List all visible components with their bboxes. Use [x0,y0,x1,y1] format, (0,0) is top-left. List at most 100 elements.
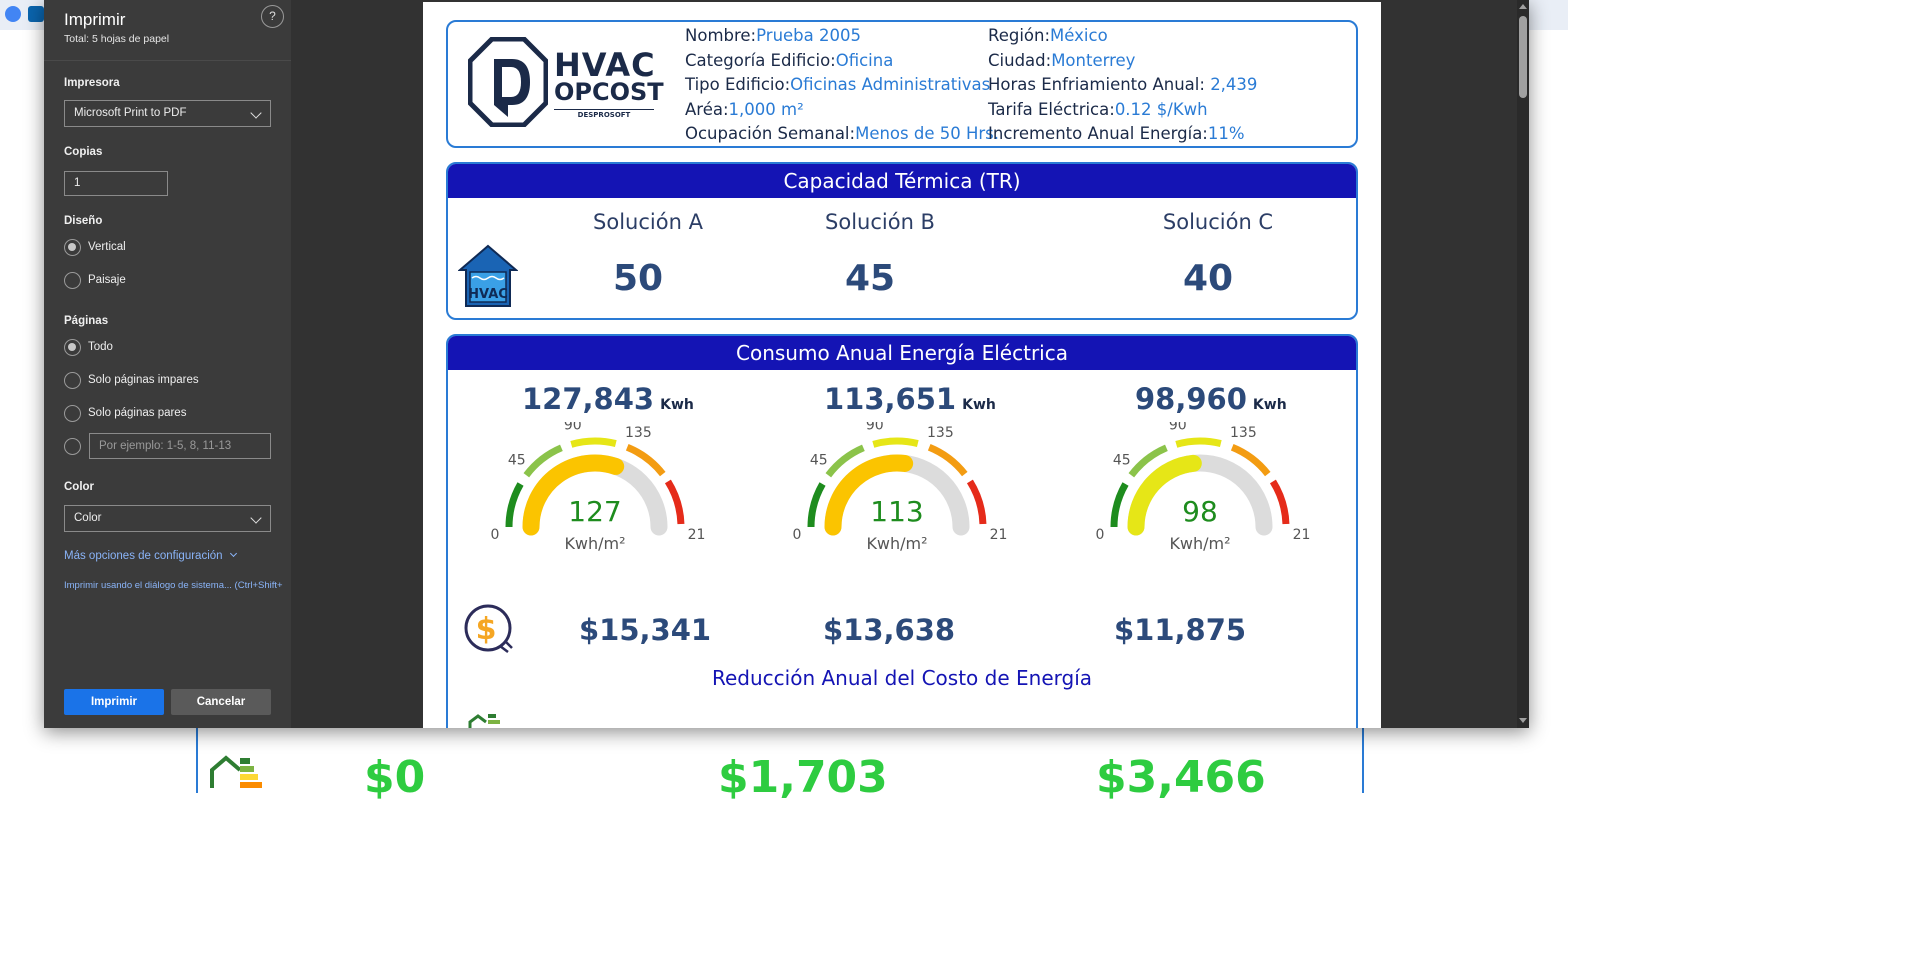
more-options-link[interactable]: Más opciones de configuración [64,549,237,562]
energy-intensity-gauge: 0 45 90 135 210 113 Kwh/m² [793,422,1007,553]
gauge-unit: Kwh/m² [866,534,927,553]
print-dialog: Imprimir Total: 5 hojas de papel ? Impre… [44,0,1529,728]
energy-rating-icon [210,755,262,788]
preview-scrollbar[interactable] [1517,0,1529,728]
gauge-tick-label: 210 [990,527,1007,543]
gauge-tick-label: 135 [625,425,652,441]
printer-label: Impresora [64,77,120,89]
gauge-tick-label: 210 [688,527,705,543]
annual-kwh-value: 127,843 [522,382,655,416]
info-field-value: Monterrey [1051,50,1136,70]
layout-vertical-radio[interactable] [64,239,81,256]
kwh-unit: Kwh [660,397,694,413]
info-field-label: Horas Enfriamiento Anual: [988,75,1211,95]
pages-all-radio[interactable] [64,339,81,356]
reduction-title: Reducción Anual del Costo de Energía [711,666,1093,690]
pages-even-radio[interactable] [64,405,81,422]
gauge-tick-label: 45 [1113,453,1131,469]
printer-select[interactable]: Microsoft Print to PDF [64,100,271,127]
info-field-value: 2,439 [1210,75,1258,95]
annual-kwh: 113,651 Kwh [824,382,996,416]
pages-custom-radio[interactable] [64,438,81,455]
info-field: Ocupación Semanal:Menos de 50 Hrs. [685,124,999,143]
gauge-tick-label: 135 [927,425,954,441]
info-field-label: Incremento Anual Energía: [988,124,1208,144]
consumption-card: Consumo Anual Energía Eléctrica 127,843 K… [446,334,1358,728]
gauge-value: 98 [1182,495,1218,528]
system-dialog-link[interactable]: Imprimir usando el diálogo de sistema...… [64,580,283,591]
solution-name: Solución B [825,210,935,234]
chevron-down-icon [229,549,237,558]
help-icon[interactable]: ? [261,5,284,28]
gauge-scale-segment [505,482,524,528]
gauge-scale-segment [1175,437,1222,448]
background-reduction-value: $0 [364,752,426,803]
color-label: Color [64,481,95,493]
scroll-up-icon[interactable] [1519,4,1527,9]
preview-page: HVAC OPCOST DESPROSOFT Nombre:Prueba 200… [423,2,1381,728]
gauge-scale-segment [1269,479,1290,525]
layout-vertical-label: Vertical [88,241,126,253]
pages-odd-radio[interactable] [64,372,81,389]
consumption-title: Consumo Anual Energía Eléctrica [448,336,1356,370]
annual-cost: $11,875 [1114,613,1247,647]
color-select[interactable]: Color [64,505,271,532]
gauge-scale-segment [664,479,685,525]
info-field-label: Ciudad: [988,50,1052,70]
solution-name: Solución C [1162,210,1274,234]
pages-custom-input[interactable]: Por ejemplo: 1-5, 8, 11-13 [89,433,271,459]
printer-select-value: Microsoft Print to PDF [74,107,187,119]
sheet-count: Total: 5 hojas de papel [64,33,170,45]
info-field-value: México [1050,26,1108,45]
gauge-tick-label: 90 [564,422,582,434]
gauge-scale-segment [1110,482,1129,528]
cancel-button[interactable]: Cancelar [171,689,271,715]
more-options-label: Más opciones de configuración [64,550,223,562]
info-field-value: Oficinas Administrativas [790,75,991,95]
info-field-label: Nombre: [685,26,757,45]
gauge-tick-label: 45 [508,453,526,469]
chrome-icon [5,6,21,22]
info-field-label: Tipo Edificio: [685,75,791,95]
copies-input[interactable]: 1 [64,171,168,196]
print-preview[interactable]: HVAC OPCOST DESPROSOFT Nombre:Prueba 200… [291,0,1529,728]
gauge-tick-label: 0 [491,527,500,543]
gauge-scale-segment [872,437,919,448]
info-field: Tipo Edificio:Oficinas Administrativas [685,75,990,94]
scroll-thumb[interactable] [1519,16,1527,98]
info-field-label: Categoría Edificio: [685,50,836,70]
info-field-value: 1,000 m² [728,99,804,119]
background-reduction-panel: $0 $1,703 $3,466 [196,728,1364,803]
brand-desprosoft: DESPROSOFT [554,109,654,119]
outlook-icon [28,6,44,22]
solution-name: Solución A [593,210,703,234]
layout-label: Diseño [64,215,103,227]
copies-label: Copias [64,146,103,158]
info-field: Región:México [988,26,1108,45]
info-field-value: Oficina [835,50,894,70]
scroll-down-icon[interactable] [1519,718,1527,723]
svg-text:$: $ [476,612,497,647]
layout-landscape-label: Paisaje [88,274,126,286]
energy-intensity-gauge: 0 45 90 135 210 98 Kwh/m² [1096,422,1310,553]
pages-label: Páginas [64,315,109,327]
info-field: Aréa:1,000 m² [685,100,804,119]
chevron-down-icon [250,107,262,119]
hvac-opcost-logo [468,37,548,127]
info-field-value: 11% [1207,124,1245,144]
gauge-value: 113 [870,495,923,528]
gauge-scale-segment [570,437,617,448]
gauge-tick-label: 90 [866,422,884,434]
info-field-value: Menos de 50 Hrs. [855,124,1000,144]
gauge-tick-label: 90 [1169,422,1187,434]
pages-even-label: Solo páginas pares [88,407,187,419]
hvac-house-icon: HVAC [458,244,518,307]
kwh-unit: Kwh [1252,397,1287,413]
info-field-value: Prueba 2005 [756,26,861,45]
gauge-tick-label: 0 [793,527,802,543]
divider [44,60,291,61]
layout-landscape-radio[interactable] [64,272,81,289]
dollar-plug-icon: $ [464,604,513,653]
print-button[interactable]: Imprimir [64,689,164,715]
gauge-unit: Kwh/m² [564,534,625,553]
